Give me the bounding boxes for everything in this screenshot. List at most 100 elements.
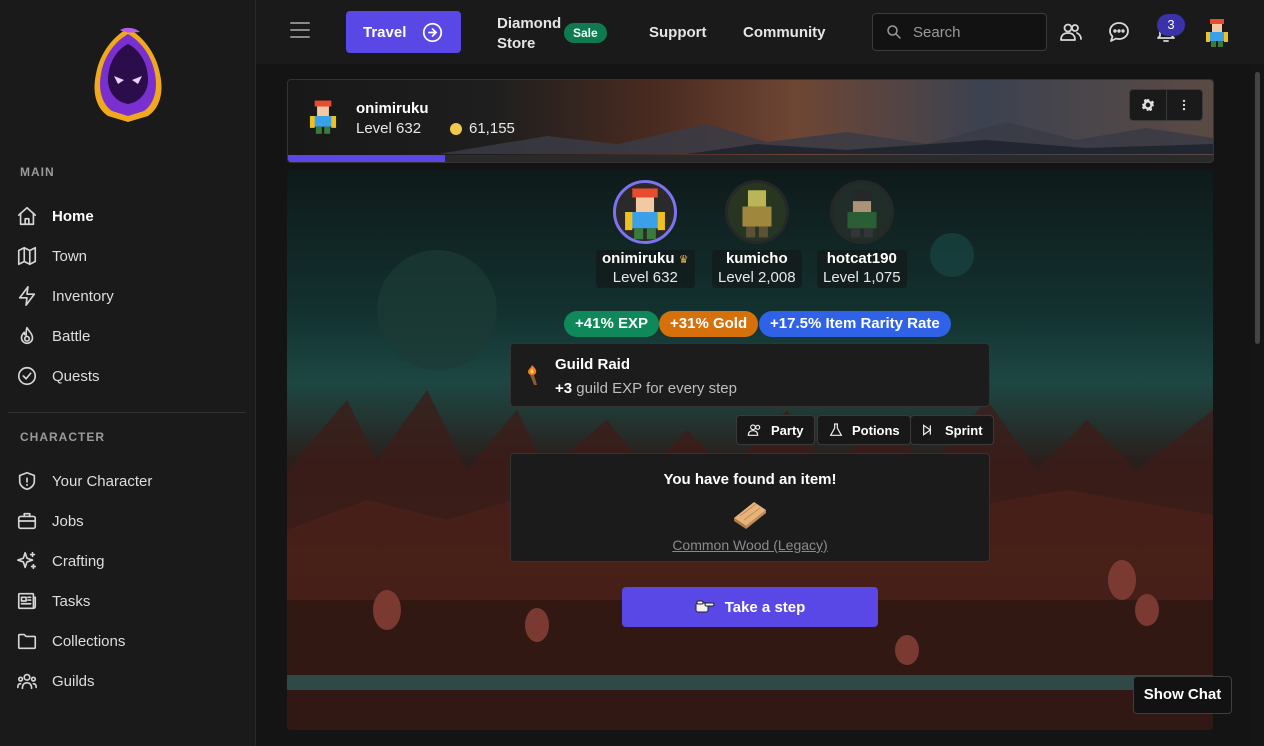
- home-icon: [17, 206, 37, 226]
- party-member-level: Level 632: [612, 269, 678, 286]
- exp-progress-fill: [288, 155, 446, 162]
- users-icon: [17, 673, 37, 690]
- rarity-buff-badge: +17.5% Item Rarity Rate: [759, 311, 951, 337]
- profile-card-controls: [1129, 89, 1203, 121]
- settings-button[interactable]: [1130, 90, 1166, 120]
- sidebar-item-label: Inventory: [52, 287, 114, 305]
- party-avatar: [724, 180, 789, 244]
- community-link[interactable]: Community: [743, 24, 826, 41]
- page-scrollbar[interactable]: [1252, 64, 1264, 746]
- vertical-dots-icon: [1183, 99, 1186, 111]
- sidebar-item-label: Town: [52, 247, 88, 265]
- party-avatar-sprite: [625, 188, 666, 240]
- more-options-button[interactable]: [1165, 90, 1202, 120]
- lightning-icon: [18, 286, 36, 306]
- sidebar-item-guilds[interactable]: Guilds: [16, 666, 240, 696]
- support-link[interactable]: Support: [649, 24, 707, 41]
- gold-buff-badge: +31% Gold: [659, 311, 759, 337]
- sidebar-item-label: Your Character: [52, 472, 153, 490]
- sidebar-item-home[interactable]: Home: [16, 201, 240, 231]
- search-box[interactable]: [872, 13, 1047, 51]
- user-avatar[interactable]: [1201, 16, 1233, 48]
- potions-button[interactable]: Potions: [817, 415, 911, 445]
- party-member-level: Level 2,008: [718, 269, 796, 286]
- sidebar-item-inventory[interactable]: Inventory: [16, 281, 240, 311]
- guild-raid-panel: Guild Raid +3 guild EXP for every step: [510, 343, 990, 407]
- take-a-step-label: Take a step: [724, 598, 806, 616]
- check-circle-icon: [17, 366, 37, 386]
- sidebar-item-label: Crafting: [52, 552, 105, 570]
- guild-raid-title: Guild Raid: [555, 356, 630, 373]
- sidebar-item-jobs[interactable]: Jobs: [16, 506, 240, 536]
- sidebar-item-label: Tasks: [52, 592, 91, 610]
- party-member-name: hotcat190: [826, 250, 897, 267]
- main-section-title: MAIN: [20, 165, 55, 179]
- travel-label: Travel: [363, 23, 407, 41]
- exp-progress-bar: [288, 155, 1213, 162]
- sidebar-item-label: Quests: [52, 367, 100, 385]
- party-avatar-sprite: [742, 190, 772, 238]
- sidebar-item-label: Jobs: [52, 512, 84, 530]
- travel-button[interactable]: Travel: [346, 11, 461, 53]
- party-member[interactable]: onimiruku ♛ Level 632: [596, 180, 695, 288]
- scrollbar-thumb[interactable]: [1255, 72, 1260, 344]
- exp-buff-badge: +41% EXP: [564, 311, 659, 337]
- profile-name[interactable]: onimiruku: [356, 100, 429, 117]
- character-section-title: CHARACTER: [20, 430, 105, 444]
- potions-button-label: Potions: [852, 422, 900, 438]
- sidebar-item-collections[interactable]: Collections: [16, 626, 240, 656]
- flame-icon: [20, 326, 34, 345]
- party-member[interactable]: hotcat190 Level 1,075: [817, 180, 907, 288]
- sidebar-item-quests[interactable]: Quests: [16, 361, 240, 391]
- sidebar-item-tasks[interactable]: Tasks: [16, 586, 240, 616]
- torch-icon: [528, 365, 537, 385]
- show-chat-button[interactable]: Show Chat: [1133, 676, 1232, 714]
- party-member-info: hotcat190 Level 1,075: [817, 250, 907, 288]
- pointing-hand-icon: [695, 600, 715, 613]
- hooded-logo-icon[interactable]: [90, 26, 166, 124]
- diamond-store-line1: Diamond: [497, 15, 562, 32]
- found-item-link[interactable]: Common Wood (Legacy): [511, 537, 989, 553]
- party-avatar: [829, 180, 894, 244]
- party-member[interactable]: kumicho Level 2,008: [712, 180, 802, 288]
- profile-level: Level 632: [356, 120, 422, 137]
- party-avatar-sprite: [847, 190, 877, 238]
- party-button[interactable]: Party: [736, 415, 815, 445]
- wood-plank-icon: [734, 502, 766, 529]
- newspaper-icon: [17, 592, 37, 610]
- map-icon: [17, 246, 37, 266]
- sparkles-icon: [17, 551, 37, 570]
- party-member-info: onimiruku ♛ Level 632: [596, 250, 695, 288]
- found-item-title: You have found an item!: [663, 471, 837, 488]
- hamburger-menu-icon[interactable]: [290, 22, 310, 40]
- sidebar-item-label: Collections: [52, 632, 126, 650]
- gold-balance: 61,155: [450, 120, 515, 137]
- gold-coin-icon: [450, 122, 462, 135]
- sidebar-item-crafting[interactable]: Crafting: [16, 546, 240, 576]
- crown-icon: ♛: [678, 254, 689, 266]
- diamond-store-link[interactable]: Diamond Store: [497, 14, 561, 54]
- users-icon: [747, 424, 761, 436]
- search-input[interactable]: [913, 23, 1033, 41]
- party-member-info: kumicho Level 2,008: [712, 250, 802, 288]
- sidebar-item-label: Guilds: [52, 672, 95, 690]
- diamond-store-line2: Store: [497, 35, 536, 52]
- sidebar-item-town[interactable]: Town: [16, 241, 240, 271]
- sidebar-divider: [8, 412, 246, 413]
- folder-icon: [17, 633, 37, 650]
- gold-amount: 61,155: [469, 120, 515, 137]
- sidebar-item-your-character[interactable]: Your Character: [16, 466, 240, 496]
- sidebar-item-label: Battle: [52, 327, 91, 345]
- sidebar-item-battle[interactable]: Battle: [16, 321, 240, 351]
- travel-scene: onimiruku ♛ Level 632 kumicho Level 2,00…: [287, 170, 1213, 730]
- take-a-step-button[interactable]: Take a step: [622, 587, 878, 627]
- profile-avatar[interactable]: [304, 96, 342, 136]
- sidebar-item-label: Home: [52, 207, 94, 225]
- party-button-label: Party: [771, 422, 804, 438]
- friends-icon[interactable]: [1059, 20, 1083, 44]
- chat-icon[interactable]: [1107, 20, 1131, 44]
- top-bar: Travel Diamond Store Sale Support Commun…: [256, 0, 1264, 64]
- sidebar: MAIN Home Town Inventory Battle Quests C…: [0, 0, 256, 746]
- profile-card: onimiruku Level 632 61,155: [287, 79, 1214, 163]
- sprint-button[interactable]: Sprint: [910, 415, 994, 445]
